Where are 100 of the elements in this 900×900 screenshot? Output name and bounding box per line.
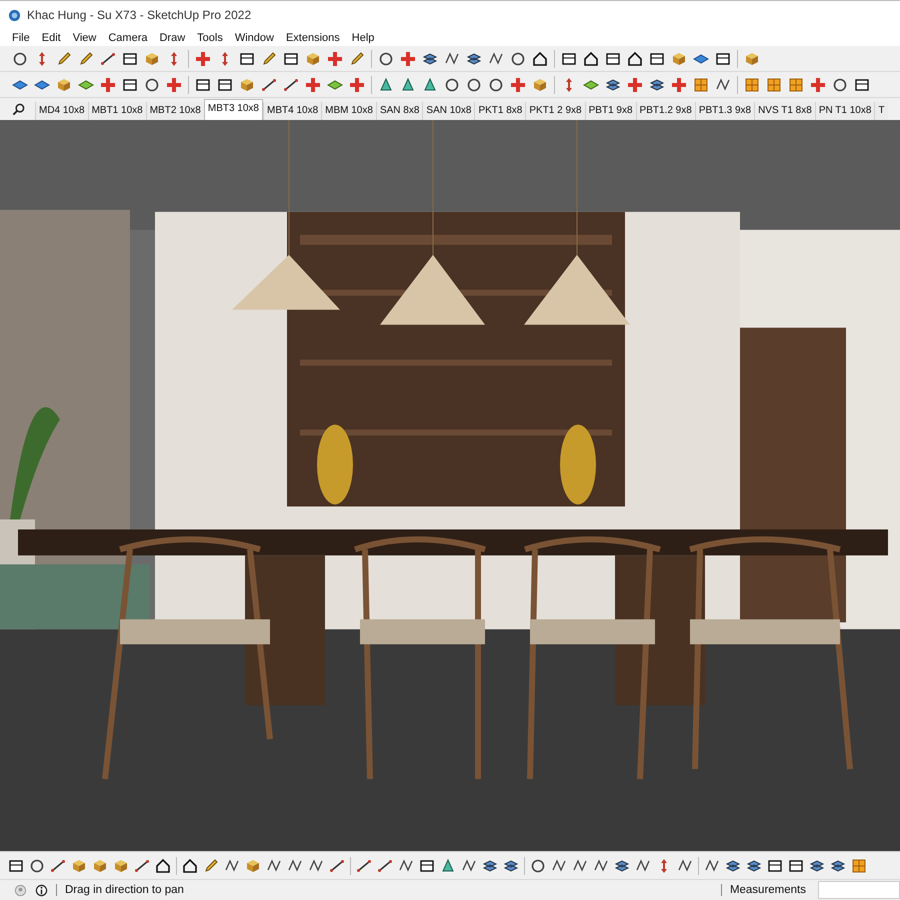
box-icon[interactable] bbox=[715, 50, 731, 66]
menu-item[interactable]: View bbox=[66, 32, 102, 44]
scene-tab[interactable]: PKT1 8x8 bbox=[474, 102, 526, 120]
wireframe-icon[interactable] bbox=[704, 858, 720, 874]
circle-icon[interactable] bbox=[530, 858, 546, 874]
search-icon[interactable] bbox=[12, 102, 25, 116]
house-icon[interactable] bbox=[182, 858, 198, 874]
scene-tab[interactable]: MBT4 10x8 bbox=[263, 102, 322, 120]
grid-icon[interactable] bbox=[766, 76, 782, 92]
layers-icon[interactable] bbox=[614, 858, 630, 874]
cube-icon[interactable] bbox=[56, 76, 72, 92]
grid-icon[interactable] bbox=[693, 76, 709, 92]
scene-tab[interactable]: PKT1 2 9x8 bbox=[525, 102, 585, 120]
layers-icon[interactable] bbox=[649, 76, 665, 92]
scene-tab[interactable]: PBT1.2 9x8 bbox=[636, 102, 695, 120]
pencil-icon[interactable] bbox=[261, 50, 277, 66]
cube-icon[interactable] bbox=[113, 858, 129, 874]
box-icon[interactable] bbox=[122, 50, 138, 66]
cube-icon[interactable] bbox=[144, 50, 160, 66]
layers-icon[interactable] bbox=[830, 858, 846, 874]
wireframe-icon[interactable] bbox=[572, 858, 588, 874]
cube-icon[interactable] bbox=[92, 858, 108, 874]
wireframe-icon[interactable] bbox=[287, 858, 303, 874]
wireframe-icon[interactable] bbox=[551, 858, 567, 874]
wireframe-icon[interactable] bbox=[398, 858, 414, 874]
menu-item[interactable]: Window bbox=[228, 32, 280, 44]
scene-tab[interactable]: PBT1.3 9x8 bbox=[694, 102, 754, 120]
cone-icon[interactable] bbox=[440, 858, 456, 874]
info-icon[interactable] bbox=[35, 884, 48, 896]
cone-icon[interactable] bbox=[400, 76, 416, 92]
box-icon[interactable] bbox=[854, 76, 870, 92]
pencil-icon[interactable] bbox=[56, 50, 72, 66]
cross-icon[interactable] bbox=[810, 76, 826, 92]
wireframe-icon[interactable] bbox=[488, 50, 504, 66]
box-icon[interactable] bbox=[788, 858, 804, 874]
pencil-icon[interactable] bbox=[203, 858, 219, 874]
circle-icon[interactable] bbox=[144, 76, 160, 92]
wireframe-icon[interactable] bbox=[593, 858, 609, 874]
scene-tab[interactable]: MBM 10x8 bbox=[321, 102, 376, 120]
wireframe-icon[interactable] bbox=[266, 858, 282, 874]
layers-icon[interactable] bbox=[503, 858, 519, 874]
cross-icon[interactable] bbox=[166, 76, 182, 92]
circle-icon[interactable] bbox=[444, 76, 460, 92]
wireframe-icon[interactable] bbox=[444, 50, 460, 66]
pencil-icon[interactable] bbox=[349, 50, 365, 66]
line-icon[interactable] bbox=[356, 858, 372, 874]
menu-item[interactable]: Extensions bbox=[280, 32, 346, 44]
box-icon[interactable] bbox=[767, 858, 783, 874]
house-icon[interactable] bbox=[627, 50, 643, 66]
line-icon[interactable] bbox=[100, 50, 116, 66]
box-icon[interactable] bbox=[122, 76, 138, 92]
grid-icon[interactable] bbox=[851, 858, 867, 874]
cube-icon[interactable] bbox=[744, 50, 760, 66]
circle-icon[interactable] bbox=[510, 50, 526, 66]
layers-icon[interactable] bbox=[605, 76, 621, 92]
wireframe-icon[interactable] bbox=[715, 76, 731, 92]
circle-icon[interactable] bbox=[378, 50, 394, 66]
scene-tab[interactable]: MBT1 10x8 bbox=[88, 102, 146, 120]
menu-item[interactable]: Draw bbox=[153, 32, 192, 44]
cross-icon[interactable] bbox=[400, 50, 416, 66]
menu-item[interactable]: Camera bbox=[102, 32, 154, 44]
scene-tab[interactable]: SAN 10x8 bbox=[422, 102, 474, 120]
cross-icon[interactable] bbox=[100, 76, 116, 92]
cube-icon[interactable] bbox=[71, 858, 87, 874]
line-icon[interactable] bbox=[283, 76, 299, 92]
circle-icon[interactable] bbox=[12, 50, 28, 66]
pencil-icon[interactable] bbox=[78, 50, 94, 66]
layers-icon[interactable] bbox=[466, 50, 482, 66]
line-icon[interactable] bbox=[261, 76, 277, 92]
scene-tab[interactable]: PBT1 9x8 bbox=[584, 102, 636, 120]
circle-icon[interactable] bbox=[29, 858, 45, 874]
cube-icon[interactable] bbox=[305, 50, 321, 66]
box-icon[interactable] bbox=[419, 858, 435, 874]
box-icon[interactable] bbox=[649, 50, 665, 66]
scene-tab[interactable]: NVS T1 8x8 bbox=[754, 102, 815, 120]
menu-item[interactable]: Help bbox=[346, 32, 380, 44]
cross-icon[interactable] bbox=[349, 76, 365, 92]
cube-icon[interactable] bbox=[532, 76, 548, 92]
box-icon[interactable] bbox=[239, 50, 255, 66]
cross-icon[interactable] bbox=[510, 76, 526, 92]
box-icon[interactable] bbox=[283, 50, 299, 66]
menu-item[interactable]: Edit bbox=[36, 32, 67, 44]
scene-tab[interactable]: MBT3 10x8 bbox=[204, 99, 263, 120]
wireframe-icon[interactable] bbox=[224, 858, 240, 874]
cross-icon[interactable] bbox=[305, 76, 321, 92]
cross-icon[interactable] bbox=[327, 50, 343, 66]
cube-icon[interactable] bbox=[671, 50, 687, 66]
circle-icon[interactable] bbox=[832, 76, 848, 92]
cone-icon[interactable] bbox=[422, 76, 438, 92]
cone-icon[interactable] bbox=[378, 76, 394, 92]
house-icon[interactable] bbox=[532, 50, 548, 66]
box-icon[interactable] bbox=[217, 76, 233, 92]
circle-icon[interactable] bbox=[488, 76, 504, 92]
scene-tab[interactable]: T bbox=[874, 102, 888, 120]
cross-icon[interactable] bbox=[671, 76, 687, 92]
wireframe-icon[interactable] bbox=[677, 858, 693, 874]
box-icon[interactable] bbox=[561, 50, 577, 66]
grid-icon[interactable] bbox=[744, 76, 760, 92]
layers-icon[interactable] bbox=[422, 50, 438, 66]
line-icon[interactable] bbox=[377, 858, 393, 874]
